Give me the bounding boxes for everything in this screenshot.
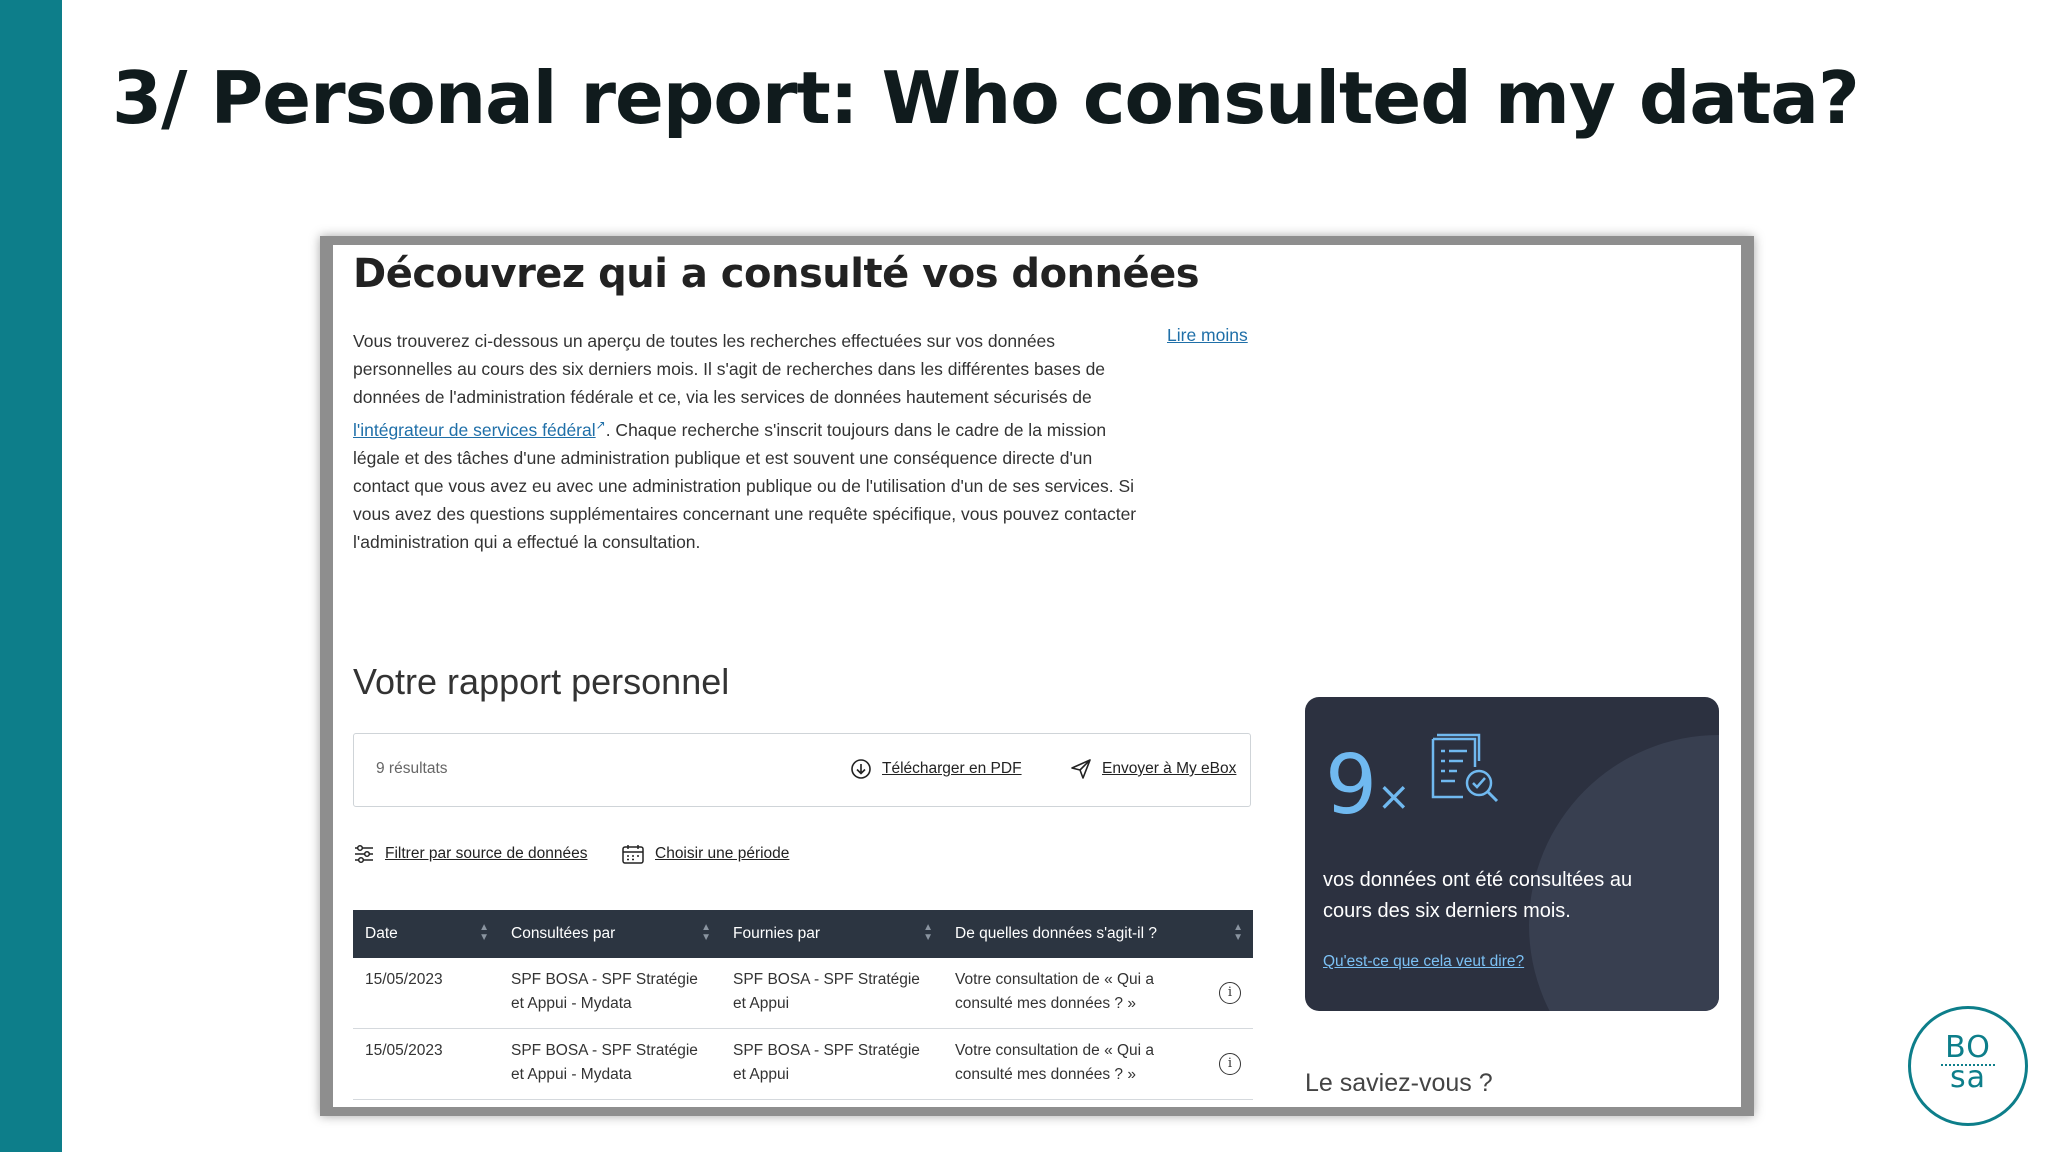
external-link-icon: ↗ <box>595 418 606 432</box>
column-header-date[interactable]: Date ▲ ▼ <box>353 910 499 958</box>
bosa-logo: BO sa <box>1908 1006 2028 1126</box>
document-search-icon <box>1431 733 1499 803</box>
calendar-icon <box>622 845 644 864</box>
cell-data: Votre consultation de « Qui a consulté me… <box>943 1028 1253 1100</box>
report-title: Votre rapport personnel <box>353 661 730 702</box>
download-icon <box>851 759 871 779</box>
table-row: 15/05/2023 SPF BOSA - SPF Stratégie et Ap… <box>353 958 1253 1029</box>
cell-consulted-by: SPF BOSA - SPF Stratégie et Appui - Mydat… <box>499 958 721 1029</box>
download-pdf-button[interactable]: Télécharger en PDF <box>850 758 1022 780</box>
embedded-screenshot: Découvrez qui a consulté vos données Vou… <box>333 245 1741 1107</box>
cell-date: 15/05/2023 <box>353 1028 499 1100</box>
read-less-link[interactable]: Lire moins <box>1167 325 1248 346</box>
table-header-row: Date ▲ ▼ Consultées par ▲ ▼ Fournies par ▲ ▼ D… <box>353 910 1253 958</box>
sliders-icon <box>355 844 373 864</box>
logo-line2: sa <box>1949 1060 1986 1095</box>
column-header-provided-by[interactable]: Fournies par ▲ ▼ <box>721 910 943 958</box>
choose-period-button[interactable]: Choisir une période <box>621 843 789 865</box>
cell-provided-by: SPF BOSA - SPF Stratégie et Appui <box>721 958 943 1029</box>
download-pdf-label: Télécharger en PDF <box>882 760 1022 777</box>
logo-line1: BO <box>1945 1030 1991 1065</box>
column-header-consulted-by[interactable]: Consultées par ▲ ▼ <box>499 910 721 958</box>
results-count: 9 résultats <box>376 760 448 777</box>
card-text: vos données ont été consultées au cours … <box>1323 869 1633 922</box>
slide-title: 3/ Personal report: Who consulted my dat… <box>112 56 1860 140</box>
consultation-count: 9 <box>1325 738 1378 833</box>
accent-sidebar <box>0 0 62 1152</box>
service-integrator-link[interactable]: l'intégrateur de services fédéral <box>353 420 596 440</box>
times-symbol: × <box>1377 774 1411 820</box>
did-you-know-heading: Le saviez-vous ? <box>1305 1069 1493 1097</box>
cell-date: 15/05/2023 <box>353 958 499 1029</box>
results-toolbar: 9 résultats Télécharger en PDF Envoyer à… <box>353 733 1251 807</box>
intro-paragraph: Vous trouverez ci-dessous un aperçu de t… <box>353 327 1153 556</box>
table-row: 15/05/2023 SPF BOSA - SPF Stratégie et Ap… <box>353 1028 1253 1100</box>
sort-icon: ▲ ▼ <box>701 922 711 943</box>
cell-data: Votre consultation de « Qui a consulté me… <box>943 958 1253 1029</box>
column-header-data[interactable]: De quelles données s'agit-il ? ▲ ▼ <box>943 910 1253 958</box>
filter-source-label: Filtrer par source de données <box>385 845 588 862</box>
info-icon[interactable]: i <box>1219 982 1241 1004</box>
page-heading: Découvrez qui a consulté vos données <box>353 251 1200 297</box>
send-ebox-button[interactable]: Envoyer à My eBox <box>1070 758 1236 780</box>
cell-consulted-by: SPF BOSA - SPF Stratégie et Appui - Mydat… <box>499 1028 721 1100</box>
send-icon <box>1071 759 1091 779</box>
consultations-table: Date ▲ ▼ Consultées par ▲ ▼ Fournies par ▲ ▼ D… <box>353 910 1253 1100</box>
sort-icon: ▲ ▼ <box>923 922 933 943</box>
send-ebox-label: Envoyer à My eBox <box>1102 760 1237 777</box>
intro-text-1: Vous trouverez ci-dessous un aperçu de t… <box>353 331 1106 407</box>
sort-icon: ▲ ▼ <box>479 922 489 943</box>
cell-provided-by: SPF BOSA - SPF Stratégie et Appui <box>721 1028 943 1100</box>
info-icon[interactable]: i <box>1219 1053 1241 1075</box>
choose-period-label: Choisir une période <box>655 845 790 862</box>
sort-icon: ▲ ▼ <box>1233 922 1243 943</box>
filter-source-button[interactable]: Filtrer par source de données <box>353 843 587 865</box>
consultation-count-card: 9 × vos données ont été consultées au co… <box>1305 697 1719 1011</box>
what-does-it-mean-link[interactable]: Qu'est-ce que cela veut dire? <box>1323 953 1524 971</box>
